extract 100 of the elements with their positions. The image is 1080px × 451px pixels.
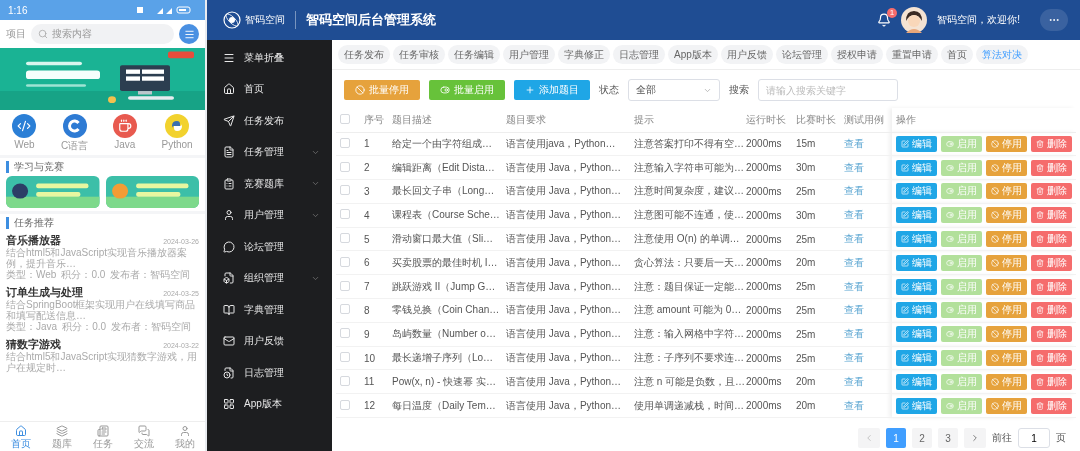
search-field[interactable]: 搜索内容	[31, 24, 174, 44]
action-button[interactable]: 删除	[1031, 278, 1072, 295]
tab[interactable]: 论坛管理	[775, 45, 828, 64]
action-button[interactable]: 删除	[1031, 231, 1072, 248]
sidebar-item[interactable]: 用户反馈	[207, 325, 332, 357]
action-button[interactable]: 编辑	[896, 135, 937, 152]
action-button[interactable]: 停用	[986, 159, 1027, 176]
nav-tab[interactable]: 首页	[10, 424, 31, 449]
sidebar-item[interactable]: App版本	[207, 388, 332, 420]
view-link[interactable]: 查看	[844, 256, 864, 268]
sidebar-item[interactable]: 组织管理	[207, 262, 332, 294]
view-link[interactable]: 查看	[844, 375, 864, 387]
category-icon-circle[interactable]	[112, 114, 137, 138]
checkbox[interactable]	[340, 209, 350, 220]
checkbox[interactable]	[340, 233, 350, 244]
view-link[interactable]: 查看	[844, 137, 864, 149]
action-button[interactable]: 删除	[1031, 159, 1072, 176]
tab[interactable]: 重置申请	[885, 45, 938, 64]
page-button[interactable]: 1	[886, 428, 906, 449]
checkbox[interactable]	[340, 113, 350, 124]
tab[interactable]: App版本	[668, 45, 718, 64]
action-button[interactable]: 编辑	[896, 183, 937, 200]
action-button[interactable]: 删除	[1031, 183, 1072, 200]
sidebar-item[interactable]: 任务管理	[207, 136, 332, 168]
toolbar-button[interactable]: 批量启用	[429, 80, 505, 100]
view-link[interactable]: 查看	[844, 328, 864, 340]
action-button[interactable]: 编辑	[896, 326, 937, 343]
nav-tab[interactable]: 任务	[92, 424, 113, 449]
next-page-button[interactable]	[964, 428, 986, 449]
checkbox[interactable]	[340, 161, 350, 172]
checkbox[interactable]	[340, 352, 350, 363]
bell-icon[interactable]	[877, 13, 892, 27]
action-button[interactable]: 停用	[986, 231, 1027, 248]
nav-tab[interactable]: 交流	[133, 424, 154, 449]
action-button[interactable]: 停用	[986, 135, 1027, 152]
page-button[interactable]: 2	[912, 428, 932, 449]
tab[interactable]: 用户管理	[503, 45, 555, 64]
action-button[interactable]: 停用	[986, 302, 1027, 319]
checkbox[interactable]	[340, 137, 350, 148]
action-button[interactable]: 编辑	[896, 278, 937, 295]
nav-tab[interactable]: 我的	[174, 424, 195, 449]
action-button[interactable]: 删除	[1031, 207, 1072, 224]
tab[interactable]: 授权申请	[830, 45, 883, 64]
action-button[interactable]: 编辑	[896, 397, 937, 414]
sidebar-item[interactable]: 用户管理	[207, 199, 332, 231]
sidebar-item[interactable]: 日志管理	[207, 357, 332, 389]
tab[interactable]: 日志管理	[613, 45, 665, 64]
nav-tab[interactable]: 题库	[51, 424, 72, 449]
tab[interactable]: 用户反馈	[720, 45, 773, 64]
action-button[interactable]: 编辑	[896, 207, 937, 224]
action-button[interactable]: 编辑	[896, 231, 937, 248]
action-button[interactable]: 删除	[1031, 373, 1072, 390]
view-link[interactable]: 查看	[844, 185, 864, 197]
task-title[interactable]: 音乐播放器	[6, 234, 61, 247]
status-select[interactable]: 全部	[628, 79, 720, 101]
page-button[interactable]: 3	[938, 428, 958, 449]
action-button[interactable]: 停用	[986, 326, 1027, 343]
menu-button[interactable]	[179, 24, 199, 44]
action-button[interactable]: 停用	[986, 183, 1027, 200]
category-icon-circle[interactable]	[62, 114, 87, 138]
view-link[interactable]: 查看	[844, 233, 864, 245]
toolbar-button[interactable]: 添加题目	[514, 80, 590, 100]
previous-page-button[interactable]	[858, 428, 880, 449]
view-link[interactable]: 查看	[844, 161, 864, 173]
action-button[interactable]: 编辑	[896, 159, 937, 176]
sidebar-item[interactable]: 任务发布	[207, 105, 332, 137]
view-link[interactable]: 查看	[844, 280, 864, 292]
view-link[interactable]: 查看	[844, 209, 864, 221]
task-title[interactable]: 订单生成与处理	[6, 286, 83, 299]
more-button[interactable]	[1040, 9, 1068, 31]
action-button[interactable]: 停用	[986, 373, 1027, 390]
avatar[interactable]	[901, 7, 928, 33]
sidebar-item[interactable]: 字典管理	[207, 294, 332, 326]
action-button[interactable]: 编辑	[896, 254, 937, 271]
checkbox[interactable]	[340, 399, 350, 410]
action-button[interactable]: 停用	[986, 254, 1027, 271]
sidebar-item[interactable]: 论坛管理	[207, 231, 332, 263]
checkbox[interactable]	[340, 256, 350, 267]
tab[interactable]: 字典修正	[558, 45, 610, 64]
action-button[interactable]: 编辑	[896, 373, 937, 390]
page-input[interactable]: 1	[1018, 428, 1050, 449]
checkbox[interactable]	[340, 280, 350, 291]
tab[interactable]: 任务编辑	[448, 45, 500, 64]
view-link[interactable]: 查看	[844, 352, 864, 364]
action-button[interactable]: 编辑	[896, 302, 937, 319]
view-link[interactable]: 查看	[844, 399, 864, 411]
action-button[interactable]: 删除	[1031, 254, 1072, 271]
sidebar-item[interactable]: 菜单折叠	[207, 42, 332, 74]
action-button[interactable]: 删除	[1031, 302, 1072, 319]
checkbox[interactable]	[340, 375, 350, 386]
action-button[interactable]: 删除	[1031, 326, 1072, 343]
tab[interactable]: 任务发布	[338, 45, 390, 64]
action-button[interactable]: 停用	[986, 350, 1027, 367]
action-button[interactable]: 编辑	[896, 350, 937, 367]
tab[interactable]: 任务审核	[393, 45, 445, 64]
category-icon-circle[interactable]	[12, 114, 37, 138]
toolbar-button[interactable]: 批量停用	[344, 80, 420, 100]
sidebar-item[interactable]: 首页	[207, 73, 332, 105]
checkbox[interactable]	[340, 328, 350, 339]
task-title[interactable]: 猜数字游戏	[6, 338, 61, 351]
